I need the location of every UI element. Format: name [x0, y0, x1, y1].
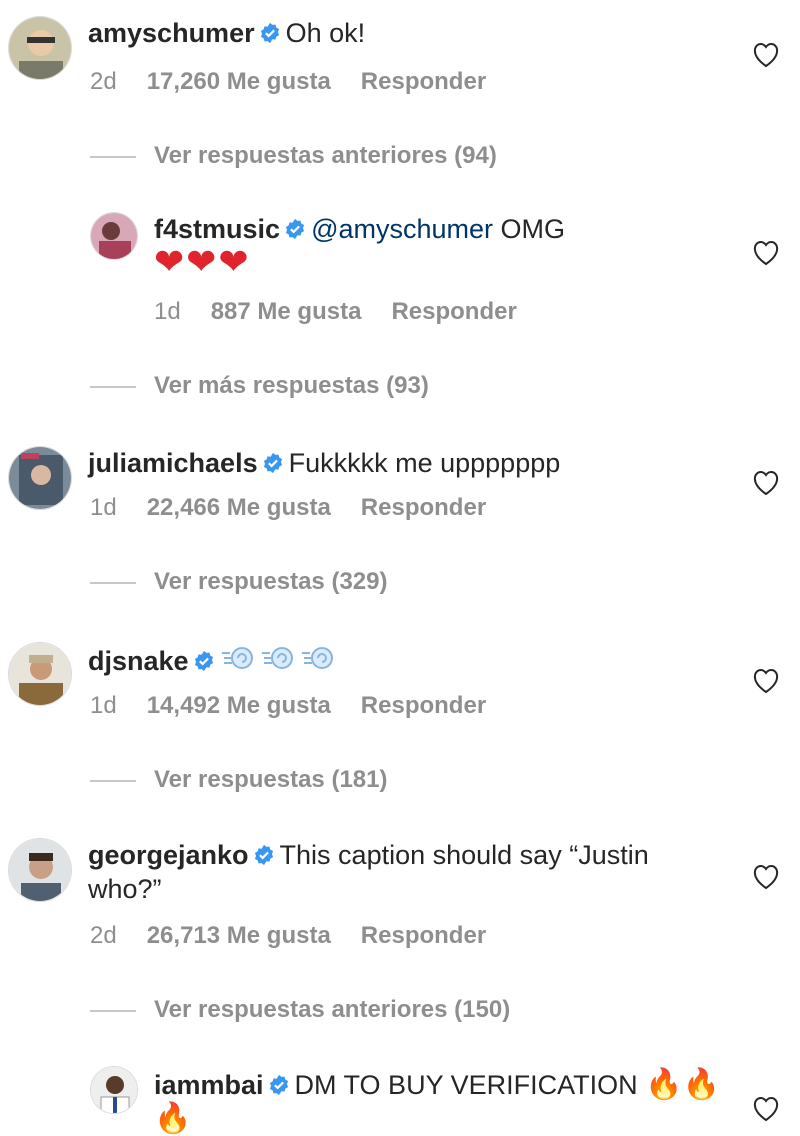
like-heart-icon[interactable] — [752, 470, 780, 496]
avatar[interactable] — [90, 1066, 138, 1114]
verified-badge-icon — [194, 650, 213, 672]
likes-count[interactable]: 22,466 Me gusta — [147, 494, 331, 521]
comment-text: amyschumer Oh ok! — [88, 18, 366, 48]
likes-count[interactable]: 26,713 Me gusta — [147, 922, 331, 949]
comment-meta: 1d 14,492 Me gusta Responder — [90, 692, 516, 720]
likes-count[interactable]: 887 Me gusta — [211, 298, 362, 325]
dash-emoji-icon — [221, 647, 253, 669]
view-replies-link[interactable]: Ver respuestas (181) — [90, 766, 387, 794]
verified-badge-icon — [269, 1074, 288, 1096]
comment-age: 1d — [154, 298, 181, 325]
dash-emoji-icon — [261, 647, 293, 669]
divider-line — [90, 155, 136, 158]
reply-button[interactable]: Responder — [361, 692, 486, 719]
dash-emoji-icon — [301, 647, 333, 669]
like-heart-icon[interactable] — [752, 668, 780, 694]
verified-badge-icon — [263, 452, 282, 474]
divider-line — [90, 385, 136, 388]
comment-meta: 2d 17,260 Me gusta Responder — [90, 68, 516, 96]
username[interactable]: djsnake — [88, 646, 189, 676]
comment-text: juliamichaels Fukkkkk me uppppppp — [88, 448, 561, 478]
avatar[interactable] — [90, 212, 138, 260]
username[interactable]: amyschumer — [88, 18, 255, 48]
comment-text: georgejanko This caption should say “Just… — [88, 840, 649, 904]
avatar[interactable] — [8, 16, 72, 80]
verified-badge-icon — [254, 844, 273, 866]
username[interactable]: iammbai — [154, 1070, 264, 1100]
like-heart-icon[interactable] — [752, 240, 780, 266]
avatar[interactable] — [8, 446, 72, 510]
divider-line — [90, 581, 136, 584]
divider-line — [90, 779, 136, 782]
likes-count[interactable]: 14,492 Me gusta — [147, 692, 331, 719]
verified-badge-icon — [285, 218, 305, 240]
red-heart-emojis: ❤❤❤ — [154, 242, 251, 283]
comment-age: 2d — [90, 68, 117, 95]
verified-badge-icon — [260, 22, 279, 44]
view-replies-link[interactable]: Ver respuestas anteriores (150) — [90, 996, 510, 1024]
comment-meta: 2d 26,713 Me gusta Responder — [90, 922, 516, 950]
reply-button[interactable]: Responder — [361, 922, 486, 949]
view-replies-link[interactable]: Ver respuestas (329) — [90, 568, 387, 596]
reply-button[interactable]: Responder — [391, 298, 516, 325]
divider-line — [90, 1009, 136, 1012]
username[interactable]: f4stmusic — [154, 214, 280, 244]
comment-age: 2d — [90, 922, 117, 949]
comment-age: 1d — [90, 692, 117, 719]
comment-text: djsnake — [88, 642, 340, 678]
comment-age: 1d — [90, 494, 117, 521]
username[interactable]: georgejanko — [88, 840, 249, 870]
likes-count[interactable]: 17,260 Me gusta — [147, 68, 331, 95]
comment-text: iammbai DM TO BUY VERIFICATION 🔥🔥🔥 — [154, 1067, 720, 1136]
like-heart-icon[interactable] — [752, 42, 780, 68]
mention-link[interactable]: @amyschumer — [311, 214, 493, 244]
view-replies-link[interactable]: Ver más respuestas (93) — [90, 372, 429, 400]
like-heart-icon[interactable] — [752, 1096, 780, 1122]
comment-text: f4stmusic @amyschumer OMG ❤❤❤ — [154, 214, 566, 283]
view-replies-link[interactable]: Ver respuestas anteriores (94) — [90, 142, 497, 170]
reply-button[interactable]: Responder — [361, 494, 486, 521]
username[interactable]: juliamichaels — [88, 448, 258, 478]
comment-meta: 1d 22,466 Me gusta Responder — [90, 494, 516, 522]
avatar[interactable] — [8, 642, 72, 706]
avatar[interactable] — [8, 838, 72, 902]
like-heart-icon[interactable] — [752, 864, 780, 890]
reply-button[interactable]: Responder — [361, 68, 486, 95]
comment-meta: 1d 887 Me gusta Responder — [154, 298, 547, 326]
